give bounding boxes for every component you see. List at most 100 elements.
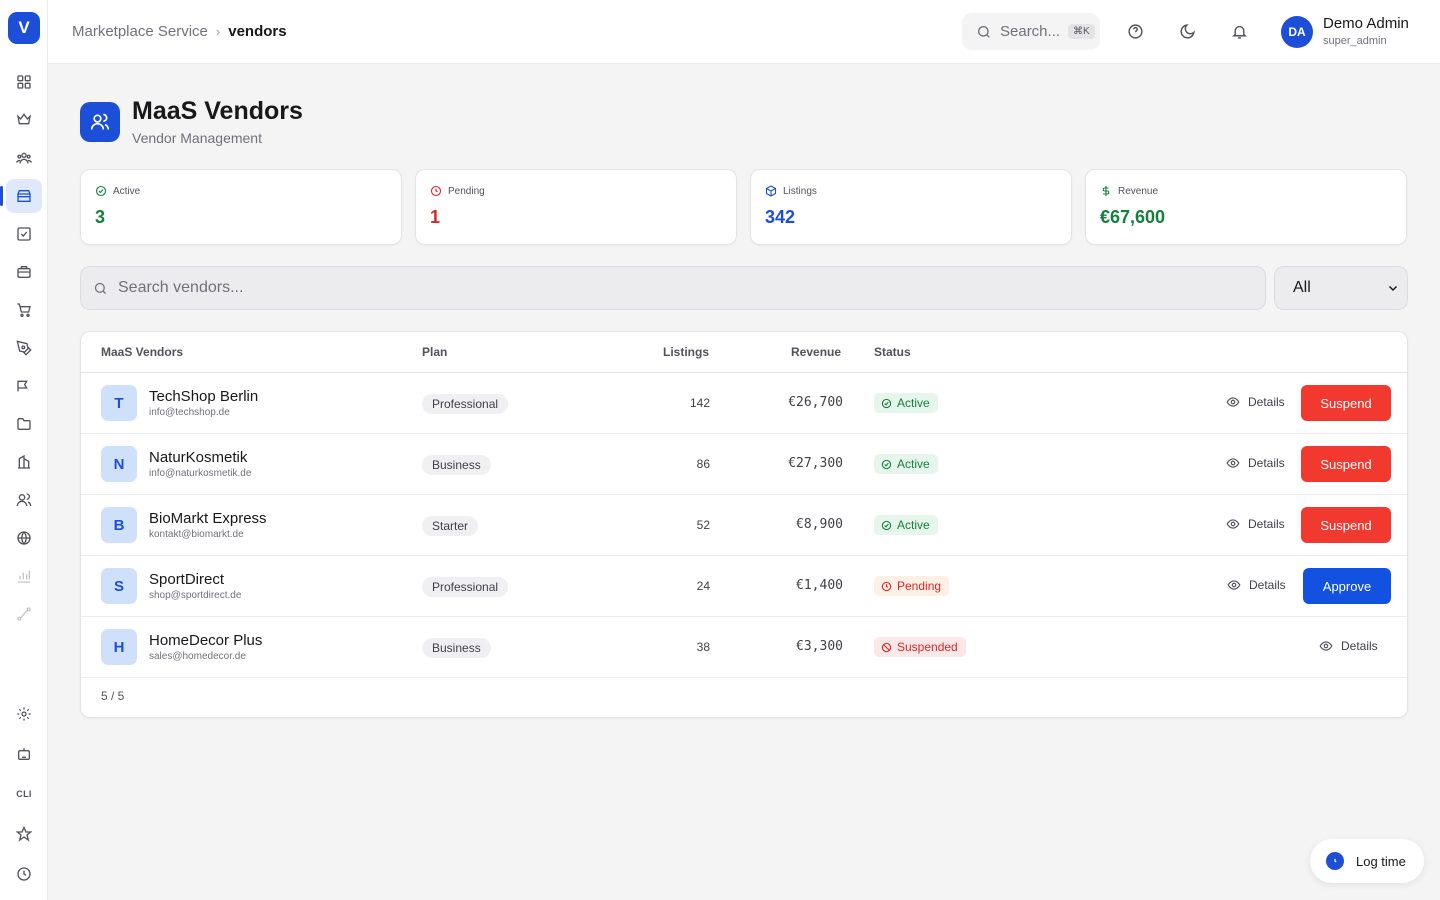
suspend-button[interactable]: Suspend	[1301, 446, 1391, 482]
revenue-value: €26,700	[788, 395, 843, 410]
pen-tool-icon[interactable]	[6, 331, 42, 365]
table-row: H HomeDecor Plus sales@homedecor.de Busi…	[81, 617, 1407, 678]
plan-badge: Professional	[422, 394, 509, 414]
cli-icon[interactable]: CLI	[6, 777, 42, 811]
table-row: B BioMarkt Express kontakt@biomarkt.de S…	[81, 495, 1407, 556]
people-icon[interactable]	[6, 483, 42, 517]
vendor-email: info@techshop.de	[149, 407, 230, 418]
check-circle-icon	[95, 185, 107, 197]
details-button[interactable]: Details	[1319, 639, 1378, 653]
clock-icon	[430, 185, 442, 197]
stat-value: €67,600	[1100, 207, 1166, 227]
vendor-name: TechShop Berlin	[149, 388, 259, 405]
listings-count: 24	[696, 579, 710, 593]
avatar[interactable]: DA	[1281, 16, 1313, 48]
details-button[interactable]: Details	[1226, 517, 1285, 531]
check-circle-icon	[881, 398, 892, 408]
log-time-button[interactable]: Log time	[1310, 839, 1424, 883]
user-role: super_admin	[1323, 35, 1387, 47]
col-revenue: Revenue	[791, 345, 842, 359]
eye-icon	[1226, 519, 1240, 529]
revenue-value: €27,300	[788, 456, 843, 471]
vendor-name: HomeDecor Plus	[149, 632, 263, 649]
stat-card-listings: Listings 342	[750, 169, 1072, 245]
megaphone-icon[interactable]	[6, 369, 42, 403]
table-row: S SportDirect shop@sportdirect.de Profes…	[81, 556, 1407, 617]
vendor-search-input[interactable]	[118, 279, 1218, 297]
stat-value: 342	[765, 207, 796, 227]
stat-label: Active	[113, 185, 141, 197]
crown-icon[interactable]	[6, 102, 42, 136]
plan-badge: Business	[422, 455, 491, 475]
vendor-avatar: T	[101, 385, 137, 421]
eye-icon	[1227, 580, 1241, 590]
vendor-name: SportDirect	[149, 571, 225, 588]
global-search-placeholder: Search...	[1000, 23, 1061, 40]
details-button[interactable]: Details	[1227, 578, 1286, 592]
status-label: Pending	[897, 579, 942, 593]
col-vendor: MaaS Vendors	[101, 345, 184, 359]
vendor-avatar: S	[101, 568, 137, 604]
chevron-down-icon	[1388, 285, 1398, 292]
page-subtitle: Vendor Management	[132, 130, 262, 146]
robot-icon[interactable]	[6, 737, 42, 771]
status-label: Active	[897, 518, 930, 532]
app-logo[interactable]: V	[8, 12, 40, 44]
briefcase-icon[interactable]	[6, 255, 42, 289]
stat-label: Listings	[783, 185, 817, 197]
stat-value: 1	[430, 207, 441, 227]
approve-button[interactable]: Approve	[1303, 568, 1391, 604]
stat-card-active: Active 3	[80, 169, 402, 245]
status-badge: Active	[874, 454, 938, 474]
status-filter-select[interactable]: All	[1274, 266, 1408, 310]
vendor-search	[80, 266, 1266, 310]
breadcrumb-parent[interactable]: Marketplace Service	[72, 23, 208, 40]
vendor-email: kontakt@biomarkt.de	[149, 529, 244, 540]
star-icon[interactable]	[6, 817, 42, 851]
chevron-right-icon: ›	[215, 24, 221, 39]
plan-badge: Professional	[422, 577, 509, 597]
status-badge: Active	[874, 515, 938, 535]
vendors-icon	[80, 102, 120, 142]
store-icon[interactable]	[0, 179, 42, 213]
stat-label: Revenue	[1118, 185, 1159, 197]
suspend-button[interactable]: Suspend	[1301, 385, 1391, 421]
details-button[interactable]: Details	[1226, 456, 1285, 470]
timer-icon	[1326, 852, 1344, 870]
vendor-name: NaturKosmetik	[149, 449, 248, 466]
clock-icon	[881, 581, 892, 591]
user-name[interactable]: Demo Admin	[1323, 15, 1409, 32]
dashboard-icon[interactable]	[6, 65, 42, 99]
package-icon	[765, 185, 777, 197]
route-icon[interactable]	[6, 597, 42, 631]
details-button[interactable]: Details	[1226, 395, 1285, 409]
check-circle-icon	[881, 459, 892, 469]
revenue-value: €8,900	[796, 517, 843, 532]
top-bar: Marketplace Service › vendors Search... …	[48, 0, 1440, 64]
dark-mode-icon[interactable]	[1176, 20, 1198, 42]
status-badge: Active	[874, 393, 938, 413]
folder-icon[interactable]	[6, 407, 42, 441]
users-group-icon[interactable]	[6, 141, 42, 175]
building-icon[interactable]	[6, 445, 42, 479]
checkbox-icon[interactable]	[6, 217, 42, 251]
status-badge: Suspended	[874, 637, 966, 657]
bell-icon[interactable]	[1228, 20, 1250, 42]
bar-chart-icon[interactable]	[6, 559, 42, 593]
table-header: MaaS Vendors Plan Listings Revenue Statu…	[81, 332, 1407, 373]
settings-icon[interactable]	[6, 697, 42, 731]
vendor-email: info@naturkosmetik.de	[149, 468, 252, 479]
details-label: Details	[1249, 578, 1286, 592]
ban-icon	[881, 642, 892, 652]
globe-icon[interactable]	[6, 521, 42, 555]
clock-icon[interactable]	[6, 857, 42, 891]
col-plan: Plan	[422, 345, 448, 359]
help-icon[interactable]	[1124, 20, 1146, 42]
listings-count: 142	[689, 396, 710, 410]
cart-icon[interactable]	[6, 293, 42, 327]
global-search[interactable]: Search... ⌘K	[962, 13, 1100, 50]
vendors-table: MaaS Vendors Plan Listings Revenue Statu…	[80, 331, 1408, 718]
search-shortcut: ⌘K	[1068, 24, 1095, 39]
sidebar: V CLI	[0, 0, 48, 900]
suspend-button[interactable]: Suspend	[1301, 507, 1391, 543]
